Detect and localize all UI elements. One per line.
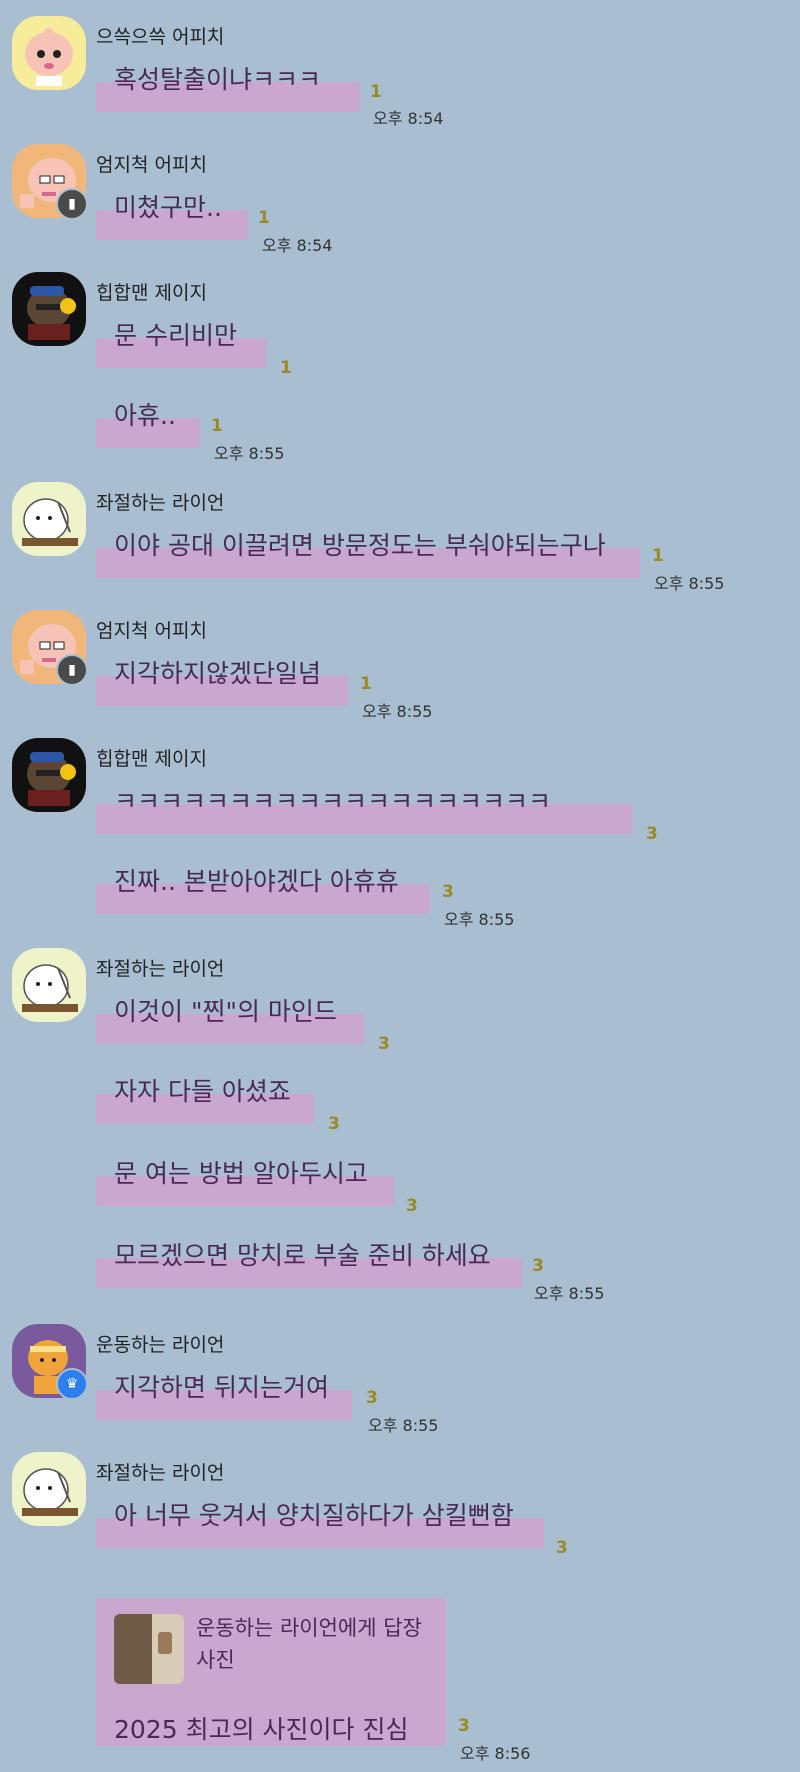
ryan-icon	[12, 482, 86, 556]
message-text: 문 수리비만	[114, 321, 237, 350]
sender-name: 좌절하는 라이언	[96, 1462, 225, 1484]
reply-message-bubble[interactable]: 운동하는 라이언에게 답장 사진 2025 최고의 사진이다 진심	[96, 1598, 446, 1746]
message-text: 이야 공대 이끌려면 방문정도는 부숴야되는구나	[114, 531, 606, 560]
unread-count: 1	[280, 358, 292, 378]
message-text: 지각하지않겠단일념	[114, 659, 322, 688]
message-bubble[interactable]: ㅋㅋㅋㅋㅋㅋㅋㅋㅋㅋㅋㅋㅋㅋㅋㅋㅋㅋㅋ	[96, 789, 632, 834]
message-bubble[interactable]: 지각하면 뒤지는거여	[96, 1375, 352, 1420]
unread-count: 1	[652, 546, 664, 566]
sender-name: 힙합맨 제이지	[96, 282, 207, 304]
message-text: 2025 최고의 사진이다 진심	[114, 1715, 409, 1744]
timestamp: 오후 8:55	[444, 910, 515, 929]
unread-count: 3	[378, 1034, 390, 1054]
message-bubble[interactable]: 미쳤구만..	[96, 195, 248, 240]
message-text: 지각하면 뒤지는거여	[114, 1373, 329, 1402]
unread-count: 1	[370, 82, 382, 102]
unread-count: 3	[532, 1256, 544, 1276]
timestamp: 오후 8:55	[654, 574, 725, 593]
unread-count: 1	[360, 674, 372, 694]
pin-icon: ▮	[56, 654, 88, 686]
unread-count: 3	[556, 1538, 568, 1558]
message-text: 진짜.. 본받아야겠다 아휴휴	[114, 867, 399, 896]
message-text: 아휴..	[114, 401, 176, 430]
unread-count: 3	[366, 1388, 378, 1408]
pin-icon: ▮	[56, 188, 88, 220]
message-bubble[interactable]: 문 수리비만	[96, 323, 266, 368]
message-text: 모르겠으면 망치로 부술 준비 하세요	[114, 1241, 491, 1270]
message-text: 이것이 "찐"의 마인드	[114, 997, 337, 1026]
message-text: 아 너무 웃겨서 양치질하다가 삼킬뻔함	[114, 1501, 514, 1530]
jayg-icon	[12, 272, 86, 346]
message-bubble[interactable]: 진짜.. 본받아야겠다 아휴휴	[96, 869, 430, 914]
sender-name: 좌절하는 라이언	[96, 492, 225, 514]
message-bubble[interactable]: 아휴..	[96, 403, 200, 448]
crown-icon: ♛	[56, 1368, 88, 1400]
timestamp: 오후 8:55	[368, 1416, 439, 1435]
avatar[interactable]	[12, 272, 86, 346]
unread-count: 3	[442, 882, 454, 902]
timestamp: 오후 8:55	[534, 1284, 605, 1303]
message-bubble[interactable]: 이것이 "찐"의 마인드	[96, 999, 364, 1044]
reply-target: 운동하는 라이언에게 답장	[196, 1616, 422, 1640]
message-bubble[interactable]: 혹성탈출이냐ㅋㅋㅋ	[96, 67, 360, 112]
unread-count: 1	[211, 416, 223, 436]
unread-count: 3	[328, 1114, 340, 1134]
timestamp: 오후 8:54	[373, 109, 444, 128]
unread-count: 3	[646, 824, 658, 844]
sender-name: 으쓱으쓱 어피치	[96, 26, 225, 48]
avatar[interactable]	[12, 738, 86, 812]
avatar[interactable]	[12, 16, 86, 90]
sender-name: 좌절하는 라이언	[96, 958, 225, 980]
jayg-icon	[12, 738, 86, 812]
unread-count: 1	[258, 208, 270, 228]
message-bubble[interactable]: 지각하지않겠단일념	[96, 661, 348, 706]
ryan-icon	[12, 948, 86, 1022]
apeach-icon	[12, 16, 86, 90]
message-bubble[interactable]: 아 너무 웃겨서 양치질하다가 삼킬뻔함	[96, 1503, 544, 1548]
message-bubble[interactable]: 이야 공대 이끌려면 방문정도는 부숴야되는구나	[96, 533, 640, 578]
message-bubble[interactable]: 자자 다들 아셨죠	[96, 1079, 314, 1124]
reply-photo-thumbnail[interactable]	[114, 1614, 184, 1684]
timestamp: 오후 8:56	[460, 1744, 531, 1763]
photo-icon	[114, 1614, 184, 1684]
avatar[interactable]	[12, 948, 86, 1022]
sender-name: 엄지척 어피치	[96, 620, 207, 642]
timestamp: 오후 8:55	[362, 702, 433, 721]
unread-count: 3	[458, 1716, 470, 1736]
message-text: 문 여는 방법 알아두시고	[114, 1159, 368, 1188]
message-text: 혹성탈출이냐ㅋㅋㅋ	[114, 65, 322, 94]
sender-name: 힙합맨 제이지	[96, 748, 207, 770]
timestamp: 오후 8:55	[214, 444, 285, 463]
reply-type: 사진	[196, 1648, 235, 1672]
message-bubble[interactable]: 문 여는 방법 알아두시고	[96, 1161, 394, 1206]
ryan-icon	[12, 1452, 86, 1526]
avatar[interactable]	[12, 482, 86, 556]
message-text: 자자 다들 아셨죠	[114, 1077, 291, 1106]
message-text: 미쳤구만..	[114, 193, 222, 222]
avatar[interactable]	[12, 1452, 86, 1526]
message-bubble[interactable]: 모르겠으면 망치로 부술 준비 하세요	[96, 1243, 522, 1288]
sender-name: 엄지척 어피치	[96, 154, 207, 176]
message-text: ㅋㅋㅋㅋㅋㅋㅋㅋㅋㅋㅋㅋㅋㅋㅋㅋㅋㅋㅋ	[114, 787, 552, 816]
sender-name: 운동하는 라이언	[96, 1334, 225, 1356]
timestamp: 오후 8:54	[262, 236, 333, 255]
unread-count: 3	[406, 1196, 418, 1216]
